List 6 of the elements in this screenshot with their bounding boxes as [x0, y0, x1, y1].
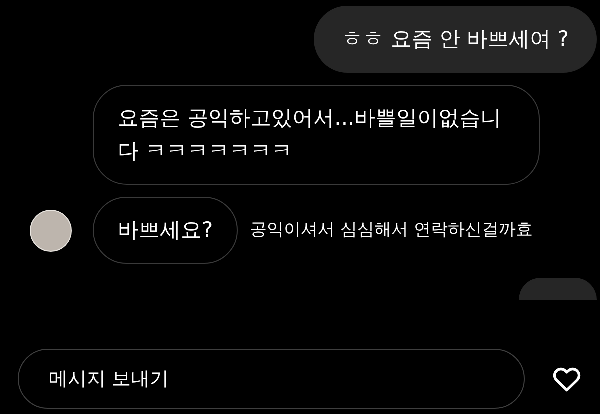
sent-message-bubble: ㅎㅎ 요즘 안 바쁘세여 ?	[314, 6, 597, 73]
avatar[interactable]	[30, 210, 72, 252]
received-message-bubble: 요즘은 공익하고있어서...바쁠일이없습니다 ㅋㅋㅋㅋㅋㅋㅋ	[93, 85, 540, 185]
received-message-bubble: 바쁘세요?	[93, 197, 238, 264]
message-text: 공익이셔서 심심해서 연락하신걸까효	[250, 218, 533, 242]
message-input-field[interactable]: 메시지 보내기	[18, 349, 525, 409]
